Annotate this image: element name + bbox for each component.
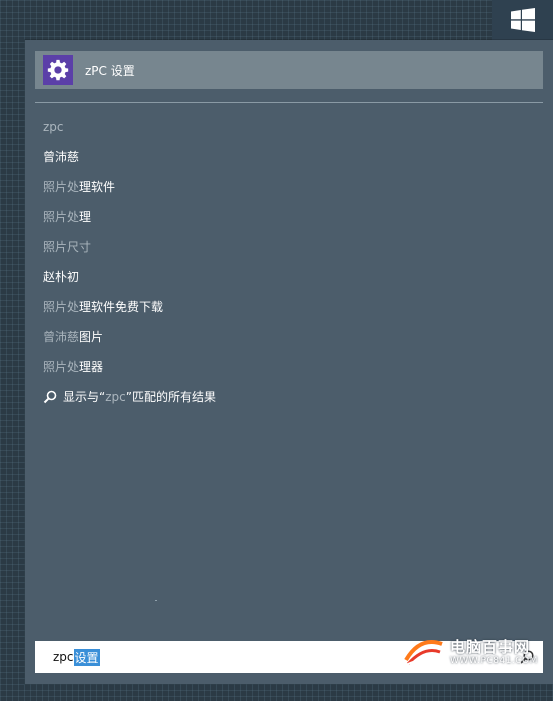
search-icon	[43, 390, 57, 404]
show-all-query: zpc	[105, 390, 126, 404]
suggestion-list: zpc 曾沛慈 照片处理软件 照片处理 照片尺寸 赵朴初 照片处理软件免费下载 …	[43, 119, 543, 419]
divider-dot	[155, 600, 157, 601]
top-result-label: zPC 设置	[85, 63, 135, 78]
watermark: 电脑百事网 WWW.PC841.COM	[400, 634, 553, 701]
search-pane: zPC 设置 zpc 曾沛慈 照片处理软件 照片处理 照片尺寸 赵朴初 照片处理…	[25, 40, 553, 684]
show-all-suffix: ”匹配的所有结果	[125, 390, 216, 404]
windows-start-button[interactable]	[492, 0, 553, 40]
list-item[interactable]: 曾沛慈图片	[43, 329, 543, 359]
windows-logo-icon	[510, 8, 535, 32]
divider	[35, 102, 543, 103]
list-item[interactable]: 照片处理软件	[43, 179, 543, 209]
list-item[interactable]: 照片尺寸	[43, 239, 543, 269]
gear-icon	[47, 59, 69, 81]
list-item[interactable]: zpc	[43, 119, 543, 149]
top-result-settings[interactable]: zPC 设置	[35, 51, 543, 89]
search-input-text: zpc	[53, 650, 74, 664]
list-item[interactable]: 照片处理	[43, 209, 543, 239]
list-item[interactable]: 曾沛慈	[43, 149, 543, 179]
watermark-url: WWW.PC841.COM	[450, 656, 538, 666]
show-all-results-link[interactable]: 显示与“ zpc ”匹配的所有结果	[43, 389, 543, 419]
show-all-prefix: 显示与“	[63, 390, 106, 404]
settings-tile	[43, 55, 73, 85]
ime-composition-text: 设置	[73, 648, 100, 666]
pc841-logo-icon	[401, 640, 443, 669]
watermark-title: 电脑百事网	[450, 638, 531, 656]
list-item[interactable]: 照片处理软件免费下载	[43, 299, 543, 329]
list-item[interactable]: 赵朴初	[43, 269, 543, 299]
list-item[interactable]: 照片处理器	[43, 359, 543, 389]
